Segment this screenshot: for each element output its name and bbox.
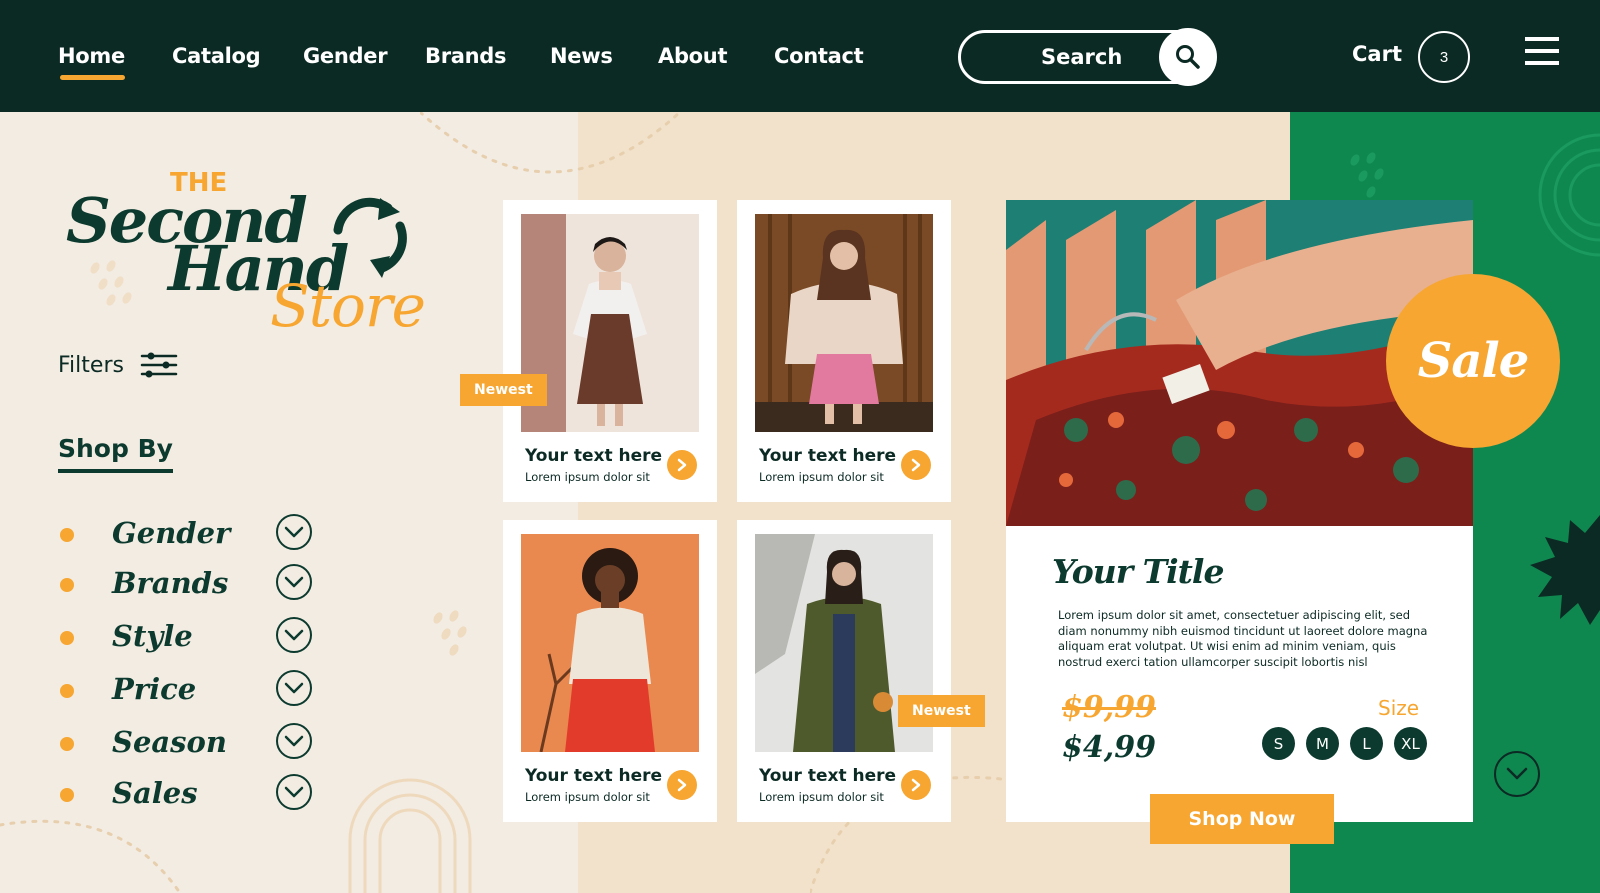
size-option-m[interactable]: M: [1306, 727, 1339, 760]
product-photo: [521, 534, 699, 752]
decorative-dots-right: [1350, 152, 1384, 198]
shop-by-label: Style: [112, 619, 193, 653]
chevron-down-icon[interactable]: [276, 514, 312, 550]
decorative-dots-left: [90, 260, 132, 306]
chevron-down-icon[interactable]: [276, 774, 312, 810]
search-button[interactable]: [1159, 28, 1217, 86]
size-option-s[interactable]: S: [1262, 727, 1295, 760]
chevron-down-icon[interactable]: [276, 564, 312, 600]
recycle-arrow-icon: [333, 197, 407, 278]
cart-link[interactable]: Cart: [1352, 42, 1402, 66]
newest-badge: Newest: [898, 695, 985, 727]
shop-by-brands[interactable]: Brands: [60, 564, 312, 604]
decorative-arc-top: [420, 112, 680, 174]
sale-label: Sale: [1417, 333, 1530, 389]
search-input[interactable]: Search: [958, 28, 1217, 86]
product-card[interactable]: Your text here Lorem ipsum dolor sit: [737, 520, 951, 822]
old-price: $9,99: [1062, 690, 1156, 725]
bullet-dot: [60, 684, 74, 698]
shop-by-label: Sales: [112, 776, 198, 810]
shop-by-heading: Shop By: [58, 434, 173, 473]
chevron-down-icon: [1506, 767, 1528, 780]
bullet-dot: [60, 737, 74, 751]
size-option-xl[interactable]: XL: [1394, 727, 1427, 760]
nav-link-about[interactable]: About: [658, 44, 728, 68]
size-label: Size: [1378, 696, 1420, 720]
search-label: Search: [1041, 45, 1123, 69]
hamburger-menu-icon[interactable]: [1525, 37, 1559, 65]
sale-badge: Sale: [1386, 274, 1560, 448]
nav-link-news[interactable]: News: [550, 44, 613, 68]
shop-by-label: Price: [112, 672, 197, 706]
bullet-dot: [60, 578, 74, 592]
chevron-right-icon[interactable]: [901, 450, 931, 480]
shop-by-price[interactable]: Price: [60, 670, 312, 710]
nav-link-home[interactable]: Home: [58, 44, 125, 80]
product-card[interactable]: Your text here Lorem ipsum dolor sit: [503, 200, 717, 502]
decorative-dots-mid: [433, 610, 467, 656]
search-icon: [1176, 45, 1200, 69]
chevron-right-icon[interactable]: [667, 450, 697, 480]
bullet-dot: [60, 631, 74, 645]
scroll-down-button[interactable]: [1494, 751, 1540, 797]
product-title: Your text here: [759, 766, 897, 786]
top-navigation-bar: Home Catalog Gender Brands News About Co…: [0, 0, 1600, 112]
decorative-rings: [1538, 133, 1600, 257]
nav-link-contact[interactable]: Contact: [774, 44, 864, 68]
product-subtitle: Lorem ipsum dolor sit: [759, 790, 884, 804]
product-subtitle: Lorem ipsum dolor sit: [525, 790, 650, 804]
nav-link-brands[interactable]: Brands: [425, 44, 507, 68]
chevron-down-icon[interactable]: [276, 670, 312, 706]
featured-product-card: Your Title Lorem ipsum dolor sit amet, c…: [1006, 200, 1473, 822]
nav-link-catalog[interactable]: Catalog: [172, 44, 261, 68]
decorative-arc-bottom-left: [0, 819, 182, 893]
chevron-right-icon[interactable]: [667, 770, 697, 800]
shop-by-label: Gender: [112, 516, 231, 550]
product-title: Your text here: [525, 446, 663, 466]
shop-by-style[interactable]: Style: [60, 617, 312, 657]
shop-by-season[interactable]: Season: [60, 723, 312, 763]
shop-by-gender[interactable]: Gender: [60, 514, 312, 554]
bullet-dot: [60, 528, 74, 542]
logo-store: Store: [270, 272, 426, 340]
cart-count-badge[interactable]: 3: [1418, 31, 1470, 83]
product-subtitle: Lorem ipsum dolor sit: [525, 470, 650, 484]
nav-link-gender[interactable]: Gender: [303, 44, 388, 68]
featured-description: Lorem ipsum dolor sit amet, consectetuer…: [1058, 608, 1428, 669]
decorative-arch-bottom: [348, 778, 472, 893]
product-card[interactable]: Your text here Lorem ipsum dolor sit: [737, 200, 951, 502]
shop-now-button[interactable]: Shop Now: [1150, 794, 1334, 844]
sliders-icon: [140, 352, 178, 378]
product-title: Your text here: [525, 766, 663, 786]
filters-button[interactable]: Filters: [58, 352, 178, 378]
size-option-l[interactable]: L: [1350, 727, 1383, 760]
filters-label: Filters: [58, 352, 124, 378]
chevron-right-icon[interactable]: [901, 770, 931, 800]
bullet-dot: [60, 788, 74, 802]
product-card[interactable]: Your text here Lorem ipsum dolor sit: [503, 520, 717, 822]
size-selector: S M L XL: [1262, 727, 1427, 760]
shop-by-sales[interactable]: Sales: [60, 774, 312, 814]
newest-badge: Newest: [460, 374, 547, 406]
chevron-down-icon[interactable]: [276, 617, 312, 653]
decorative-starburst: [1530, 515, 1600, 625]
product-photo: [521, 214, 699, 432]
chevron-down-icon[interactable]: [276, 723, 312, 759]
sale-price: $4,99: [1062, 730, 1156, 765]
featured-title: Your Title: [1052, 552, 1224, 591]
product-title: Your text here: [759, 446, 897, 466]
product-subtitle: Lorem ipsum dolor sit: [759, 470, 884, 484]
shop-by-label: Season: [112, 725, 227, 759]
shop-by-label: Brands: [112, 566, 229, 600]
product-photo: [755, 214, 933, 432]
